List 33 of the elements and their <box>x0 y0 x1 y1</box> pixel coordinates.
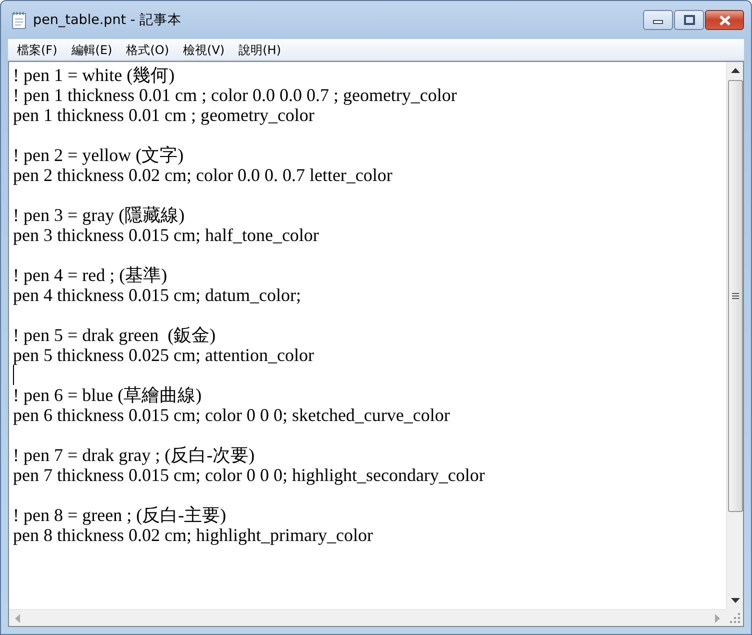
menu-item[interactable]: 檢視(V) <box>176 40 232 58</box>
maximize-icon <box>684 15 694 25</box>
text-line: ! pen 6 = blue (草繪曲線) <box>13 385 203 405</box>
minimize-button[interactable] <box>643 10 673 30</box>
text-line: pen 5 thickness 0.025 cm; attention_color <box>13 345 315 365</box>
text-line: pen 7 thickness 0.015 cm; color 0 0 0; highlight_secondary_color <box>13 465 486 485</box>
text-line: ! pen 3 = gray (隱藏線) <box>13 205 186 225</box>
resize-grip-icon[interactable] <box>730 613 741 624</box>
text-line: pen 1 thickness 0.01 cm ; geometry_color <box>13 105 316 125</box>
text-line: ! pen 1 thickness 0.01 cm ; color 0.0 0.0 0.7 ; geometry_color <box>13 85 458 105</box>
maximize-button[interactable] <box>674 10 704 30</box>
text-line: pen 8 thickness 0.02 cm; highlight_primary_color <box>13 525 374 545</box>
notepad-icon <box>11 11 27 29</box>
close-button[interactable] <box>705 10 744 30</box>
menu-item[interactable]: 格式(O) <box>119 40 176 58</box>
text-line: pen 3 thickness 0.015 cm; half_tone_color <box>13 225 320 245</box>
text-line: pen 6 thickness 0.015 cm; color 0 0 0; sketched_curve_color <box>13 405 451 425</box>
text-line: pen 4 thickness 0.015 cm; datum_color; <box>13 285 302 305</box>
menu-item[interactable]: 說明(H) <box>232 40 288 58</box>
text-line: ! pen 1 = white (幾何) <box>13 65 176 85</box>
close-icon <box>718 14 730 26</box>
text-line: pen 2 thickness 0.02 cm; color 0.0 0. 0.7 letter_color <box>13 165 394 185</box>
text-line: ! pen 2 = yellow (文字) <box>13 145 185 165</box>
text-line: ! pen 8 = green ; (反白-主要) <box>13 505 228 525</box>
scroll-up-icon[interactable] <box>730 68 740 73</box>
text-line: ! pen 5 = drak green (鈑金) <box>13 325 217 345</box>
scrollbar-thumb[interactable] <box>728 80 742 512</box>
scroll-down-icon[interactable] <box>730 598 740 603</box>
menu-item[interactable]: 編輯(E) <box>64 40 120 58</box>
text-line: ! pen 7 = drak gray ; (反白-次要) <box>13 445 256 465</box>
window-title: pen_table.pnt - 記事本 <box>33 10 182 30</box>
menu-item[interactable]: 檔案(F) <box>10 40 64 58</box>
text-line: ! pen 4 = red ; (基準) <box>13 265 168 285</box>
